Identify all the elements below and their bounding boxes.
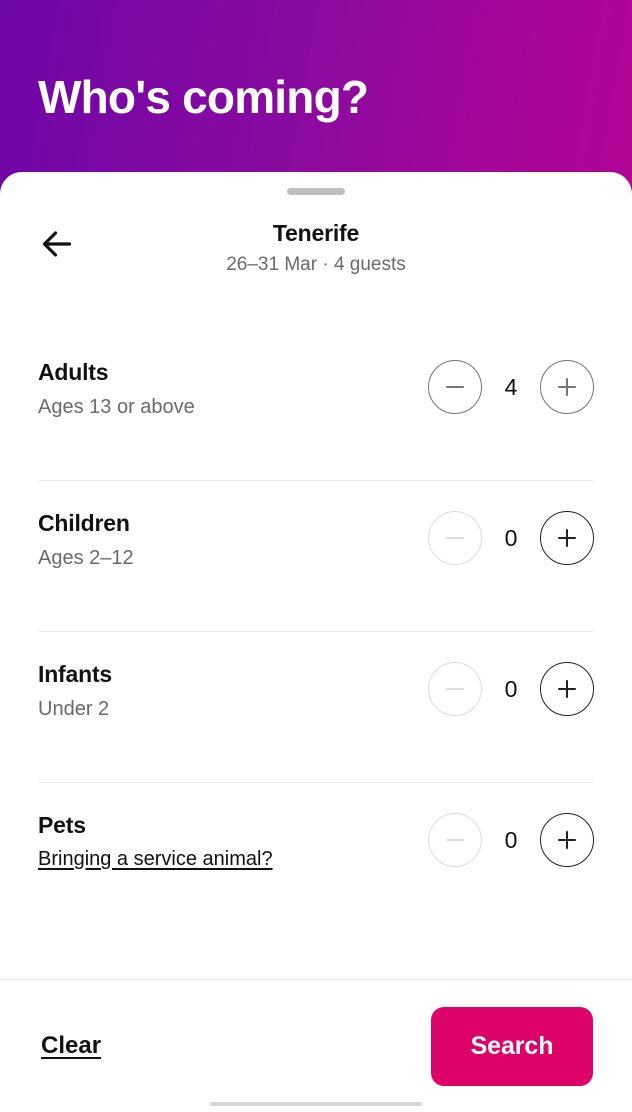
plus-icon xyxy=(558,378,576,396)
minus-icon xyxy=(446,839,464,841)
minus-icon xyxy=(446,537,464,539)
back-button[interactable] xyxy=(33,221,81,269)
bottom-action-bar: Clear Search xyxy=(0,979,632,1112)
guest-row-infants: Infants Under 2 0 xyxy=(38,632,594,783)
pets-value: 0 xyxy=(488,827,534,854)
back-arrow-icon xyxy=(42,231,72,260)
search-button[interactable]: Search xyxy=(431,1007,593,1086)
guest-type-list: Adults Ages 13 or above 4 Children xyxy=(0,330,632,934)
clear-button[interactable]: Clear xyxy=(39,1026,103,1066)
home-indicator xyxy=(210,1102,422,1106)
infants-stepper: 0 xyxy=(428,662,594,716)
adults-decrement-button[interactable] xyxy=(428,360,482,414)
row-labels: Infants Under 2 xyxy=(38,657,112,722)
row-subtitle: Ages 2–12 xyxy=(38,545,134,571)
row-labels: Children Ages 2–12 xyxy=(38,506,134,571)
sheet-header: Tenerife 26–31 Mar · 4 guests xyxy=(0,216,632,290)
adults-increment-button[interactable] xyxy=(540,360,594,414)
adults-value: 4 xyxy=(488,374,534,401)
row-title: Pets xyxy=(38,810,273,840)
infants-increment-button[interactable] xyxy=(540,662,594,716)
children-stepper: 0 xyxy=(428,511,594,565)
row-labels: Adults Ages 13 or above xyxy=(38,355,195,420)
row-subtitle: Under 2 xyxy=(38,696,112,722)
destination-title: Tenerife xyxy=(0,218,632,248)
guest-row-pets: Pets Bringing a service animal? 0 xyxy=(38,783,594,934)
row-title: Infants xyxy=(38,659,112,689)
minus-icon xyxy=(446,688,464,690)
adults-stepper: 4 xyxy=(428,360,594,414)
children-increment-button[interactable] xyxy=(540,511,594,565)
children-decrement-button xyxy=(428,511,482,565)
pets-increment-button[interactable] xyxy=(540,813,594,867)
page-title: Who's coming? xyxy=(38,70,368,125)
trip-summary: 26–31 Mar · 4 guests xyxy=(0,252,632,277)
row-labels: Pets Bringing a service animal? xyxy=(38,808,273,872)
row-title: Adults xyxy=(38,357,195,387)
drag-handle[interactable] xyxy=(287,188,345,195)
service-animal-link[interactable]: Bringing a service animal? xyxy=(38,846,273,872)
guest-row-adults: Adults Ages 13 or above 4 xyxy=(38,330,594,481)
guest-row-children: Children Ages 2–12 0 xyxy=(38,481,594,632)
bottom-sheet: Tenerife 26–31 Mar · 4 guests Adults Age… xyxy=(0,172,632,1112)
guest-picker-screen: Who's coming? Tenerife 26–31 Mar · 4 gue… xyxy=(0,0,632,1112)
row-subtitle: Ages 13 or above xyxy=(38,394,195,420)
row-title: Children xyxy=(38,508,134,538)
pets-stepper: 0 xyxy=(428,813,594,867)
infants-value: 0 xyxy=(488,676,534,703)
minus-icon xyxy=(446,386,464,388)
plus-icon xyxy=(558,529,576,547)
header-texts: Tenerife 26–31 Mar · 4 guests xyxy=(0,216,632,277)
infants-decrement-button xyxy=(428,662,482,716)
children-value: 0 xyxy=(488,525,534,552)
pets-decrement-button xyxy=(428,813,482,867)
plus-icon xyxy=(558,680,576,698)
plus-icon xyxy=(558,831,576,849)
